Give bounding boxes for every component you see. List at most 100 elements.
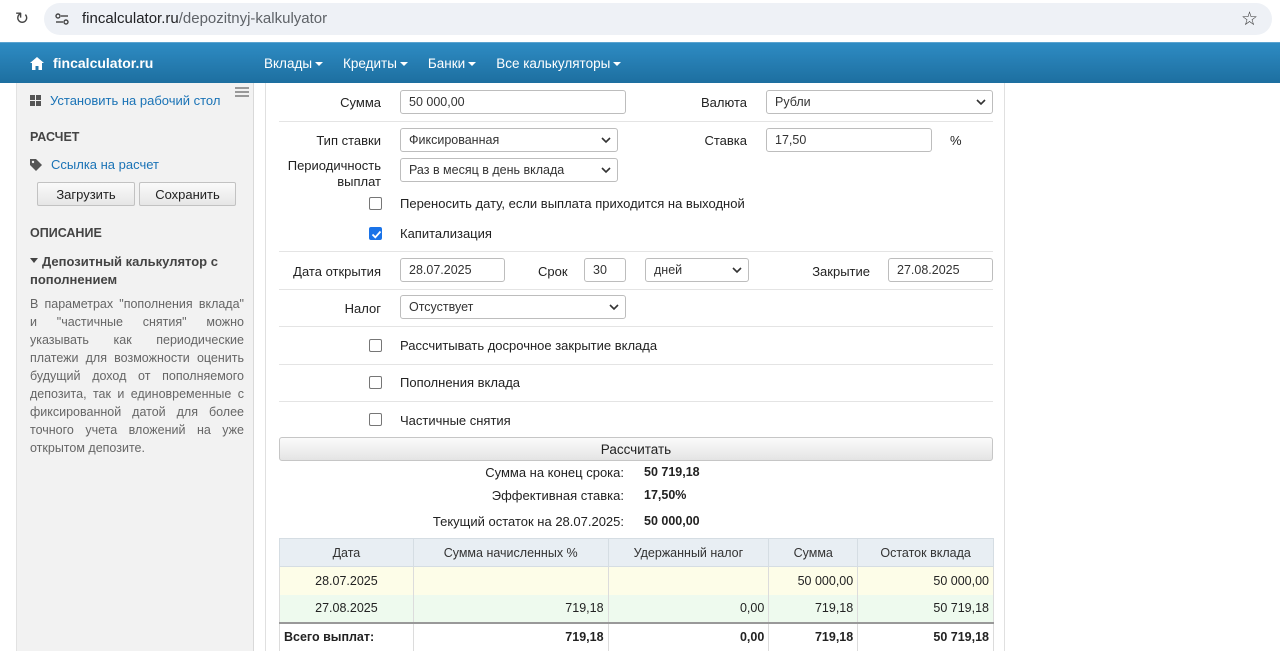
chevron-down-icon bbox=[601, 167, 611, 174]
table-cell: 719,18 bbox=[412, 594, 609, 623]
close-date-label: Закрытие bbox=[812, 264, 870, 279]
payments-table: Дата Сумма начисленных % Удержанный нало… bbox=[279, 538, 994, 651]
withdraw-checkbox[interactable] bbox=[369, 413, 382, 426]
tag-icon bbox=[30, 158, 42, 171]
nav-item-all-calculators[interactable]: Все калькуляторы bbox=[496, 43, 622, 84]
end-sum-label: Сумма на конец срока: bbox=[485, 465, 624, 480]
early-close-checkbox[interactable] bbox=[369, 339, 382, 352]
caret-down-icon bbox=[468, 61, 477, 66]
site-navbar: fincalculator.ru Вклады Кредиты Банки Вс… bbox=[0, 42, 1280, 83]
table-cell bbox=[412, 566, 609, 595]
chevron-down-icon bbox=[732, 267, 742, 274]
table-cell: 50 000,00 bbox=[768, 566, 859, 595]
caret-down-icon bbox=[399, 61, 408, 66]
currency-label: Валюта bbox=[701, 95, 747, 110]
calculator-form: Сумма 50 000,00 Валюта Рубли Тип ставки … bbox=[265, 83, 1005, 651]
currency-select[interactable]: Рубли bbox=[766, 90, 993, 114]
home-icon bbox=[30, 57, 44, 70]
early-close-label: Рассчитывать досрочное закрытие вклада bbox=[400, 338, 658, 353]
amount-input[interactable]: 50 000,00 bbox=[400, 90, 626, 114]
calculate-button[interactable]: Рассчитать bbox=[279, 437, 993, 461]
nav-item-banks[interactable]: Банки bbox=[428, 43, 477, 84]
move-date-label: Переносить дату, если выплата приходится… bbox=[400, 196, 745, 211]
description-text: В параметрах "пополнения вклада" и "част… bbox=[30, 297, 244, 455]
nav-item-credits[interactable]: Кредиты bbox=[343, 43, 408, 84]
amount-label: Сумма bbox=[340, 95, 381, 110]
url-text[interactable]: fincalculator.ru/depozitnyj-kalkulyator bbox=[82, 3, 327, 35]
table-row: 27.08.2025 719,18 0,00 719,18 50 719,18 bbox=[279, 594, 994, 623]
column-header: Остаток вклада bbox=[857, 538, 994, 567]
effective-rate-label: Эффективная ставка: bbox=[491, 488, 624, 503]
star-icon[interactable]: ☆ bbox=[1241, 8, 1258, 30]
install-link[interactable]: Установить на рабочий стол bbox=[30, 93, 220, 108]
caret-down-icon bbox=[613, 61, 622, 66]
open-date-input[interactable]: 28.07.2025 bbox=[400, 258, 505, 282]
column-header: Удержанный налог bbox=[607, 538, 770, 567]
tax-label: Налог bbox=[344, 301, 381, 316]
table-cell: 50 719,18 bbox=[857, 594, 994, 623]
table-cell: 28.07.2025 bbox=[279, 566, 414, 595]
table-row: 28.07.2025 50 000,00 50 000,00 bbox=[279, 566, 994, 595]
table-cell: 50 719,18 bbox=[857, 621, 994, 651]
table-cell: 0,00 bbox=[607, 621, 770, 651]
balance-value: 50 000,00 bbox=[644, 514, 700, 528]
browser-toolbar: ↻ fincalculator.ru/depozitnyj-kalkulyato… bbox=[0, 0, 1280, 40]
description-heading: ОПИСАНИЕ bbox=[30, 226, 102, 240]
withdraw-label: Частичные снятия bbox=[400, 413, 511, 428]
capitalization-label: Капитализация bbox=[400, 226, 492, 241]
address-bar[interactable]: fincalculator.ru/depozitnyj-kalkulyator … bbox=[44, 3, 1272, 35]
table-cell: 719,18 bbox=[768, 594, 859, 623]
table-cell: 719,18 bbox=[768, 621, 859, 651]
load-button[interactable]: Загрузить bbox=[37, 182, 135, 206]
chevron-down-icon bbox=[976, 99, 986, 106]
sidebar: Установить на рабочий стол РАСЧЕТ Ссылка… bbox=[16, 83, 254, 651]
calc-link[interactable]: Ссылка на расчет bbox=[30, 157, 159, 172]
save-button[interactable]: Сохранить bbox=[139, 182, 236, 206]
nav-item-deposits[interactable]: Вклады bbox=[264, 43, 324, 84]
table-cell bbox=[607, 566, 770, 595]
rate-type-label: Тип ставки bbox=[316, 133, 381, 148]
windows-grid-icon bbox=[30, 95, 41, 106]
divider bbox=[279, 289, 993, 290]
table-cell: Всего выплат: bbox=[279, 621, 414, 651]
divider bbox=[279, 364, 993, 365]
chevron-down-icon bbox=[609, 304, 619, 311]
move-date-checkbox[interactable] bbox=[369, 197, 382, 210]
term-input[interactable]: 30 bbox=[584, 258, 626, 282]
divider bbox=[279, 401, 993, 402]
table-total-row: Всего выплат: 719,18 0,00 719,18 50 719,… bbox=[279, 621, 994, 651]
divider bbox=[279, 121, 993, 122]
term-label: Срок bbox=[538, 264, 568, 279]
periodicity-select[interactable]: Раз в месяц в день вклада bbox=[400, 158, 618, 182]
close-date-input[interactable]: 27.08.2025 bbox=[888, 258, 993, 282]
table-cell: 50 000,00 bbox=[857, 566, 994, 595]
divider bbox=[279, 251, 993, 252]
effective-rate-value: 17,50% bbox=[644, 488, 687, 502]
end-sum-value: 50 719,18 bbox=[644, 465, 700, 479]
checkmark-icon bbox=[371, 230, 382, 239]
divider bbox=[279, 326, 993, 327]
balance-label: Текущий остаток на 28.07.2025: bbox=[432, 514, 624, 529]
rate-input[interactable]: 17,50 bbox=[766, 128, 932, 152]
table-cell: 719,18 bbox=[412, 621, 609, 651]
replenish-checkbox[interactable] bbox=[369, 376, 382, 389]
brand-link[interactable]: fincalculator.ru bbox=[30, 43, 153, 84]
column-header: Дата bbox=[279, 538, 414, 567]
capitalization-checkbox[interactable] bbox=[369, 227, 382, 240]
open-date-label: Дата открытия bbox=[293, 264, 381, 279]
term-unit-select[interactable]: дней bbox=[645, 258, 749, 282]
rate-unit: % bbox=[950, 133, 962, 148]
column-header: Сумма начисленных % bbox=[412, 538, 609, 567]
reload-icon[interactable]: ↻ bbox=[12, 9, 32, 29]
description-title[interactable]: Депозитный калькулятор с пополнением bbox=[30, 253, 245, 289]
table-cell: 27.08.2025 bbox=[279, 594, 414, 623]
nav-menu: Вклады Кредиты Банки Все калькуляторы bbox=[264, 43, 641, 84]
rate-type-select[interactable]: Фиксированная bbox=[400, 128, 618, 152]
collapse-icon[interactable] bbox=[235, 87, 249, 97]
tax-select[interactable]: Отсуствует bbox=[400, 295, 626, 319]
table-header: Дата Сумма начисленных % Удержанный нало… bbox=[279, 538, 994, 567]
table-cell: 0,00 bbox=[607, 594, 770, 623]
brand-text: fincalculator.ru bbox=[53, 55, 154, 71]
replenish-label: Пополнения вклада bbox=[400, 375, 521, 390]
site-info-icon[interactable] bbox=[54, 11, 70, 27]
